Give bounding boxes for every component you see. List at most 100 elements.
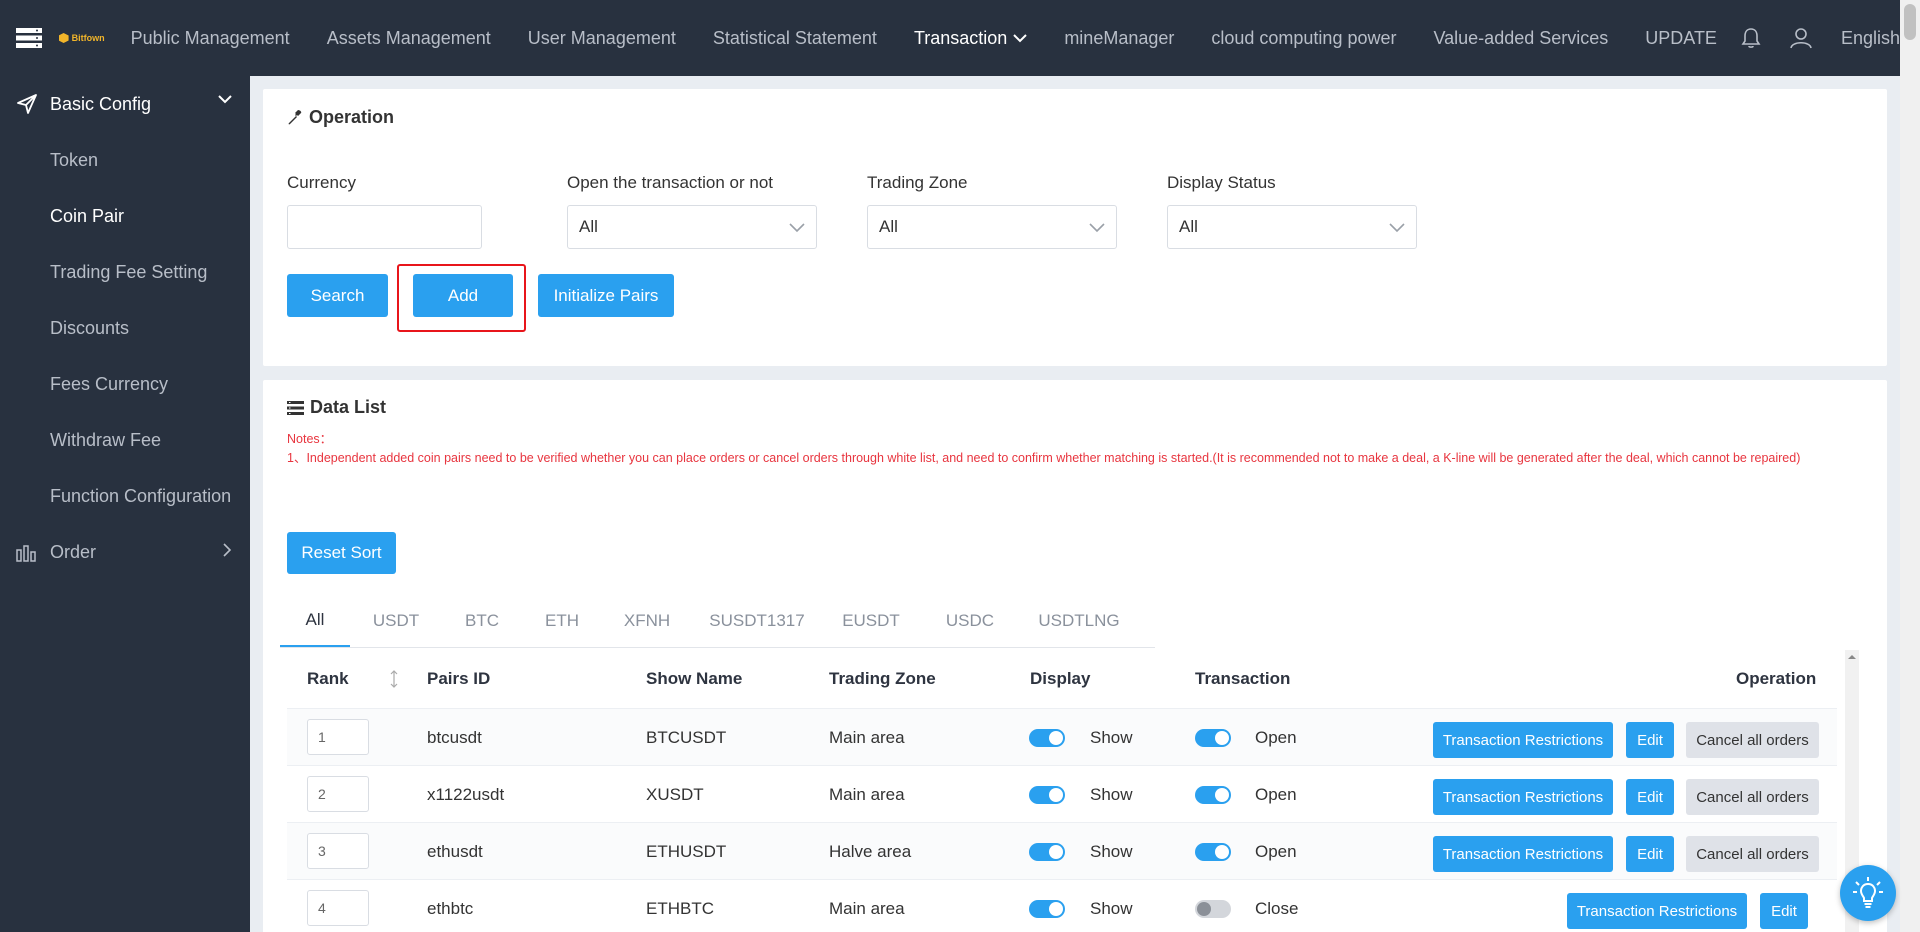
display-toggle[interactable] xyxy=(1029,729,1065,747)
tab-eusdt[interactable]: EUSDT xyxy=(822,595,920,647)
currency-input[interactable] xyxy=(287,205,482,249)
initialize-pairs-button[interactable]: Initialize Pairs xyxy=(538,274,674,317)
tab-usdc[interactable]: USDC xyxy=(920,595,1020,647)
nav-user-management[interactable]: User Management xyxy=(528,28,676,49)
nav-assets-management[interactable]: Assets Management xyxy=(327,28,491,49)
data-list-title-text: Data List xyxy=(310,397,387,417)
tips-lightbulb-button[interactable] xyxy=(1840,865,1896,921)
sidebar-group-order[interactable]: Order xyxy=(0,524,250,580)
open-transaction-select[interactable]: All xyxy=(567,205,817,249)
transaction-toggle[interactable] xyxy=(1195,786,1231,804)
display-toggle[interactable] xyxy=(1029,786,1065,804)
trading-zone-cell: Main area xyxy=(829,727,905,747)
lightbulb-icon xyxy=(1853,877,1883,908)
display-toggle[interactable] xyxy=(1029,900,1065,918)
transaction-toggle[interactable] xyxy=(1195,900,1231,918)
chevron-down-icon xyxy=(1013,33,1028,42)
sidebar-item-withdraw-fee[interactable]: Withdraw Fee xyxy=(0,412,250,468)
language-label: English xyxy=(1840,27,1900,48)
rank-input[interactable]: 4 xyxy=(307,890,369,926)
tab-xfnh[interactable]: XFNH xyxy=(602,595,692,647)
nav-statistical-statement[interactable]: Statistical Statement xyxy=(713,28,877,49)
tab-usdtlng[interactable]: USDTLNG xyxy=(1020,595,1138,647)
show-name-cell: BTCUSDT xyxy=(646,727,727,747)
scroll-up-arrow-icon xyxy=(1848,655,1856,659)
transaction-restrictions-button[interactable]: Transaction Restrictions xyxy=(1433,722,1613,758)
tab-susdt1317[interactable]: SUSDT1317 xyxy=(692,595,822,647)
toggle-knob xyxy=(1197,902,1211,916)
trading-zone-value: All xyxy=(879,217,898,236)
nav-update[interactable]: UPDATE xyxy=(1645,28,1717,49)
open-transaction-value: All xyxy=(579,217,598,236)
reset-sort-button[interactable]: Reset Sort xyxy=(287,532,396,574)
display-status-label: Display Status xyxy=(1167,173,1276,192)
column-header-trading-zone: Trading Zone xyxy=(829,669,936,688)
display-toggle[interactable] xyxy=(1029,843,1065,861)
currency-label: Currency xyxy=(287,173,356,192)
table-row: 3 ethusdt ETHUSDT Halve area Show Open T… xyxy=(287,822,1837,879)
trading-zone-label: Trading Zone xyxy=(867,173,968,192)
pairs-id-cell: ethusdt xyxy=(427,841,483,861)
sidebar-item-fees-currency[interactable]: Fees Currency xyxy=(0,356,250,412)
edit-button[interactable]: Edit xyxy=(1760,893,1808,929)
transaction-status-text: Close xyxy=(1255,898,1299,918)
tab-eth[interactable]: ETH xyxy=(522,595,602,647)
tab-all[interactable]: All xyxy=(280,595,350,647)
column-header-rank-text: Rank xyxy=(307,669,349,688)
cancel-all-orders-button[interactable]: Cancel all orders xyxy=(1686,722,1819,758)
toggle-knob xyxy=(1049,731,1063,745)
transaction-status-text: Open xyxy=(1255,841,1297,861)
transaction-restrictions-button[interactable]: Transaction Restrictions xyxy=(1567,893,1747,929)
display-status-select[interactable]: All xyxy=(1167,205,1417,249)
edit-button[interactable]: Edit xyxy=(1626,836,1674,872)
sidebar-item-function-configuration[interactable]: Function Configuration xyxy=(0,468,250,524)
toggle-knob xyxy=(1049,845,1063,859)
sidebar-group-basic-config[interactable]: Basic Config xyxy=(0,76,250,132)
transaction-toggle[interactable] xyxy=(1195,729,1231,747)
transaction-restrictions-button[interactable]: Transaction Restrictions xyxy=(1433,779,1613,815)
nav-cloud-computing-power[interactable]: cloud computing power xyxy=(1211,28,1396,49)
toggle-knob xyxy=(1215,845,1229,859)
chevron-down-icon xyxy=(1389,223,1405,233)
nav-mine-manager[interactable]: mineManager xyxy=(1064,28,1174,49)
rank-input[interactable]: 3 xyxy=(307,833,369,869)
user-icon[interactable] xyxy=(1789,26,1813,50)
page-scrollbar[interactable] xyxy=(1900,0,1920,932)
nav-transaction[interactable]: Transaction xyxy=(914,28,1028,49)
transaction-restrictions-button[interactable]: Transaction Restrictions xyxy=(1433,836,1613,872)
notes-title: Notes： xyxy=(287,432,333,446)
scrollbar-thumb[interactable] xyxy=(1904,4,1916,40)
sidebar-item-coin-pair[interactable]: Coin Pair xyxy=(0,188,250,244)
add-button[interactable]: Add xyxy=(413,274,513,317)
bell-icon[interactable] xyxy=(1741,27,1761,49)
sidebar: Basic Config Token Coin Pair Trading Fee… xyxy=(0,76,250,932)
transaction-toggle[interactable] xyxy=(1195,843,1231,861)
sidebar-item-token[interactable]: Token xyxy=(0,132,250,188)
sidebar-item-discounts[interactable]: Discounts xyxy=(0,300,250,356)
tab-usdt[interactable]: USDT xyxy=(350,595,442,647)
show-name-cell: ETHUSDT xyxy=(646,841,727,861)
edit-button[interactable]: Edit xyxy=(1626,779,1674,815)
sidebar-item-trading-fee-setting[interactable]: Trading Fee Setting xyxy=(0,244,250,300)
menu-toggle-button[interactable] xyxy=(0,0,59,76)
transaction-status-text: Open xyxy=(1255,784,1297,804)
trading-zone-select[interactable]: All xyxy=(867,205,1117,249)
brand-logo[interactable]: Bitfown xyxy=(58,33,105,43)
cancel-all-orders-button[interactable]: Cancel all orders xyxy=(1686,779,1819,815)
toggle-knob xyxy=(1215,788,1229,802)
nav-value-added-services[interactable]: Value-added Services xyxy=(1433,28,1608,49)
rank-input[interactable]: 1 xyxy=(307,719,369,755)
column-header-pairs-id: Pairs ID xyxy=(427,669,491,688)
tab-btc[interactable]: BTC xyxy=(442,595,522,647)
search-button[interactable]: Search xyxy=(287,274,388,317)
sort-icon[interactable] xyxy=(389,650,399,708)
operation-title: Operation xyxy=(287,107,394,128)
top-navbar: Bitfown Public Management Assets Managem… xyxy=(0,0,1920,76)
trading-zone-cell: Main area xyxy=(829,784,905,804)
column-header-operation: Operation xyxy=(1736,669,1817,688)
edit-button[interactable]: Edit xyxy=(1626,722,1674,758)
cancel-all-orders-button[interactable]: Cancel all orders xyxy=(1686,836,1819,872)
rank-input[interactable]: 2 xyxy=(307,776,369,812)
pairs-id-cell: ethbtc xyxy=(427,898,474,918)
nav-public-management[interactable]: Public Management xyxy=(131,28,290,49)
